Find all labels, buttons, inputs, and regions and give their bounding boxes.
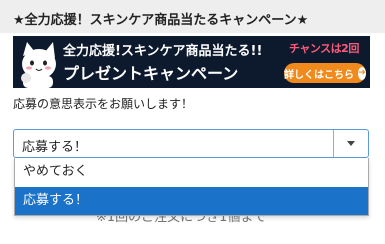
banner-headline: 全力応援!スキンケア商品当たる!! — [63, 44, 263, 59]
entry-prompt: 応募の意思表示をお願いします！ — [13, 97, 194, 111]
banner-chance-label: チャンスは2回 — [289, 42, 359, 55]
arrow-right-icon: ➔ — [358, 66, 366, 80]
chevron-down-icon — [347, 141, 355, 146]
option-decline[interactable]: やめておく — [15, 158, 368, 186]
entry-select[interactable]: 応募する！ — [13, 129, 369, 158]
select-dropdown: やめておく 応募する！ — [14, 158, 369, 216]
details-button-label: 詳しくはこちら — [284, 69, 354, 81]
cat-mascot-icon — [21, 42, 56, 88]
campaign-banner[interactable]: 全力応援!スキンケア商品当たる!! プレゼントキャンペーン チャンスは2回 詳し… — [13, 36, 370, 88]
campaign-header: ★全力応援！スキンケア商品当たるキャンペーン★ — [0, 0, 385, 33]
select-current-value: 応募する！ — [22, 140, 88, 155]
select-toggle[interactable] — [333, 130, 368, 157]
option-apply[interactable]: 応募する！ — [15, 187, 368, 215]
details-button[interactable]: 詳しくはこちら ➔ — [284, 63, 366, 83]
campaign-title: ★全力応援！スキンケア商品当たるキャンペーン★ — [13, 13, 309, 28]
banner-subheadline: プレゼントキャンペーン — [63, 64, 239, 83]
